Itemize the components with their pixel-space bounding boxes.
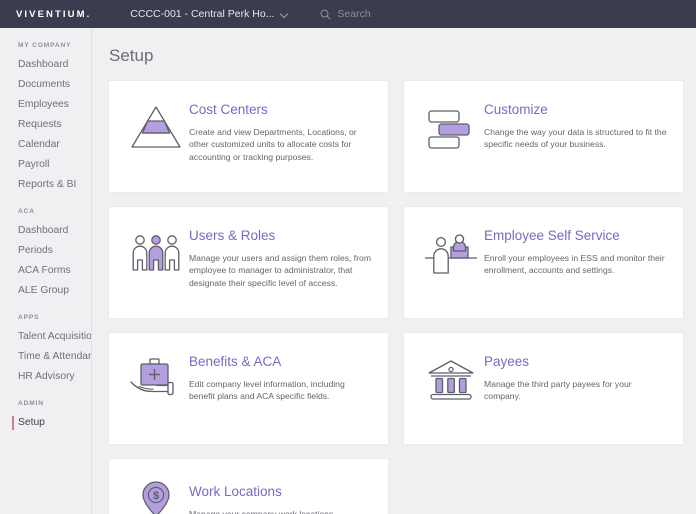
card-body: Benefits & ACA Edit company level inform… [189, 353, 372, 403]
card-title: Employee Self Service [484, 228, 620, 243]
main-content: Setup Cost Centers Create and view Depar… [92, 28, 696, 514]
app-shell: MY COMPANY Dashboard Documents Employees… [0, 28, 696, 514]
sidebar-group-admin: ADMIN Setup [0, 400, 91, 433]
card-icon-slot: $ [123, 479, 189, 514]
top-bar: VIVENTIUM. CCCC-001 - Central Perk Ho... [0, 0, 696, 28]
sidebar: MY COMPANY Dashboard Documents Employees… [0, 28, 92, 514]
sidebar-item-time-attendance[interactable]: Time & Attendance [0, 347, 91, 367]
setup-card-payees[interactable]: Payees Manage the third party payees for… [403, 332, 684, 445]
card-description: Manage your users and assign them roles,… [189, 253, 371, 288]
card-icon-slot [123, 101, 189, 151]
setup-card-work-locations[interactable]: $ Work Locations Manage your company wor… [108, 458, 389, 514]
sidebar-item-aca-forms[interactable]: ACA Forms [0, 261, 91, 281]
sidebar-item-reports-bi[interactable]: Reports & BI [0, 175, 91, 195]
card-body: Employee Self Service Enroll your employ… [484, 227, 667, 277]
card-description: Manage your company work locations. [189, 508, 372, 514]
search-input[interactable] [337, 8, 478, 20]
card-description: Edit company level information, includin… [189, 379, 345, 402]
card-title: Customize [484, 102, 548, 117]
card-icon-slot [123, 353, 189, 403]
app-logo[interactable]: VIVENTIUM. [16, 9, 89, 20]
sidebar-item-calendar[interactable]: Calendar [0, 135, 91, 155]
card-description: Enroll your employees in ESS and monitor… [484, 253, 665, 276]
setup-card-cost-centers[interactable]: Cost Centers Create and view Departments… [108, 80, 389, 193]
sidebar-item-talent-acquisition[interactable]: Talent Acquisition [0, 327, 91, 347]
company-name-label: CCCC-001 - Central Perk Ho... [130, 8, 275, 20]
app-logo-dot: . [86, 8, 90, 20]
sidebar-group-header: APPS [18, 314, 40, 321]
sidebar-group-my-company: MY COMPANY Dashboard Documents Employees… [0, 42, 91, 195]
sidebar-item-employees[interactable]: Employees [0, 95, 91, 115]
page-title: Setup [109, 46, 154, 65]
map-pin-dollar-icon: $ [142, 481, 170, 514]
card-icon-slot [418, 353, 484, 403]
card-icon-slot [418, 227, 484, 277]
card-title: Cost Centers [189, 102, 268, 117]
card-title: Users & Roles [189, 228, 276, 243]
sidebar-item-dashboard[interactable]: Dashboard [0, 55, 91, 75]
sidebar-item-periods[interactable]: Periods [0, 241, 91, 261]
card-body: Cost Centers Create and view Departments… [189, 101, 372, 163]
stacked-bars-icon [428, 110, 470, 149]
sidebar-group-header: ADMIN [18, 400, 44, 407]
chevron-down-icon [281, 11, 288, 18]
card-title: Payees [484, 354, 530, 369]
setup-card-customize[interactable]: Customize Change the way your data is st… [403, 80, 684, 193]
sidebar-item-requests[interactable]: Requests [0, 115, 91, 135]
search-icon [320, 9, 331, 20]
card-body: Payees Manage the third party payees for… [484, 353, 667, 403]
search-box[interactable] [320, 8, 478, 20]
three-people-icon [132, 235, 180, 271]
card-icon-slot [123, 227, 189, 277]
sidebar-group-apps: APPS Talent Acquisition Time & Attendanc… [0, 314, 91, 387]
sidebar-group-header: MY COMPANY [18, 42, 72, 49]
two-people-podium-icon [425, 234, 477, 274]
card-body: Users & Roles Manage your users and assi… [189, 227, 372, 289]
card-description: Change the way your data is structured t… [484, 127, 667, 150]
sidebar-group-header: ACA [18, 208, 35, 215]
card-title: Benefits & ACA [189, 354, 282, 369]
setup-card-grid: Cost Centers Create and view Departments… [108, 80, 684, 514]
hand-medical-case-icon [130, 358, 174, 396]
card-title: Work Locations [189, 484, 282, 500]
company-selector[interactable]: CCCC-001 - Central Perk Ho... [130, 8, 288, 20]
sidebar-item-payroll[interactable]: Payroll [0, 155, 91, 175]
sidebar-item-hr-advisory[interactable]: HR Advisory [0, 367, 91, 387]
sidebar-item-aca-dashboard[interactable]: Dashboard [0, 221, 91, 241]
card-description: Manage the third party payees for your c… [484, 379, 632, 402]
sidebar-group-aca: ACA Dashboard Periods ACA Forms ALE Grou… [0, 208, 91, 301]
bank-icon [428, 360, 474, 400]
card-icon-slot [418, 101, 484, 151]
sidebar-item-ale-group[interactable]: ALE Group [0, 281, 91, 301]
card-body: Work Locations Manage your company work … [189, 483, 372, 514]
setup-card-benefits-aca[interactable]: Benefits & ACA Edit company level inform… [108, 332, 389, 445]
app-logo-text: VIVENTIUM [16, 8, 87, 20]
card-description: Create and view Departments, Locations, … [189, 127, 357, 162]
sidebar-item-setup[interactable]: Setup [0, 413, 91, 433]
pyramid-icon [131, 106, 181, 148]
setup-card-users-roles[interactable]: Users & Roles Manage your users and assi… [108, 206, 389, 319]
sidebar-item-documents[interactable]: Documents [0, 75, 91, 95]
setup-card-employee-self-service[interactable]: Employee Self Service Enroll your employ… [403, 206, 684, 319]
card-body: Customize Change the way your data is st… [484, 101, 667, 151]
svg-text:$: $ [153, 490, 159, 502]
